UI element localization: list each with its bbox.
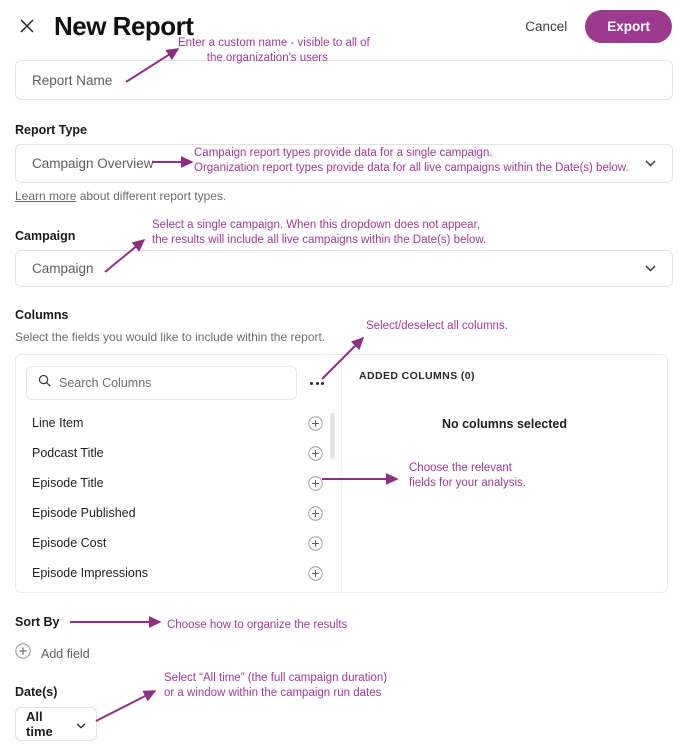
campaign-select[interactable]: Campaign — [15, 250, 673, 287]
report-type-select[interactable]: Campaign Overview — [15, 144, 673, 183]
sort-by-label: Sort By — [15, 615, 60, 629]
plus-circle-icon[interactable] — [308, 565, 323, 581]
report-type-label: Report Type — [15, 123, 87, 137]
dot — [321, 381, 324, 385]
dialog-header: New Report Cancel Export — [0, 0, 688, 52]
annotation-text: Select/deselect all columns. — [366, 320, 508, 332]
list-item[interactable]: Line Item — [16, 408, 341, 438]
dates-select[interactable]: All time — [15, 707, 97, 741]
added-columns-pane: ADDED COLUMNS (0) No columns selected — [342, 355, 667, 592]
learn-more-link[interactable]: Learn more — [15, 189, 76, 203]
column-name: Episode Impressions — [32, 566, 149, 580]
dates-label: Date(s) — [15, 685, 58, 699]
column-name: Podcast Title — [32, 446, 104, 460]
dates-value: All time — [26, 709, 53, 739]
available-columns-list[interactable]: Line Item Podcast Title Episode Title Episo… — [16, 406, 341, 592]
plus-circle-icon[interactable] — [308, 415, 323, 431]
column-name: Episode Published — [32, 506, 136, 520]
plus-circle-icon — [15, 643, 31, 664]
annotation-arrow-dates — [95, 690, 157, 722]
report-type-learn-more: Learn more about different report types. — [15, 189, 226, 203]
page-title: New Report — [54, 10, 194, 41]
list-item[interactable]: Episode Impressions — [16, 558, 341, 588]
columns-label: Columns — [15, 308, 69, 322]
close-icon[interactable] — [16, 15, 38, 37]
annotation-text: Choose how to organize the results — [167, 619, 348, 631]
column-name: Line Item — [32, 416, 84, 430]
plus-circle-icon[interactable] — [308, 505, 323, 521]
report-name-placeholder: Report Name — [32, 72, 113, 88]
list-item[interactable]: Episode Title — [16, 468, 341, 498]
search-icon — [38, 374, 51, 392]
plus-circle-icon[interactable] — [308, 445, 323, 461]
annotation-text: Select a single campaign. When this drop… — [152, 219, 487, 246]
chevron-down-icon — [76, 717, 86, 732]
dot — [310, 381, 313, 385]
column-name: Episode Title — [32, 476, 104, 490]
list-item[interactable]: Episode Published — [16, 498, 341, 528]
column-name: Episode Cost — [32, 536, 107, 550]
cancel-button[interactable]: Cancel — [515, 13, 577, 40]
chevron-down-icon — [645, 265, 656, 272]
campaign-label: Campaign — [15, 229, 76, 243]
available-columns-pane: Search Columns Line Item Podcast Title Epi… — [16, 355, 342, 592]
new-report-dialog: New Report Cancel Export Report Name Rep… — [0, 0, 688, 751]
plus-circle-icon[interactable] — [308, 475, 323, 491]
dot — [315, 381, 319, 385]
chevron-down-icon — [645, 160, 656, 167]
learn-more-rest: about different report types. — [76, 189, 227, 203]
search-placeholder: Search Columns — [59, 376, 152, 390]
columns-panel: Search Columns Line Item Podcast Title Epi… — [15, 354, 668, 593]
campaign-placeholder: Campaign — [32, 261, 94, 276]
columns-helper-text: Select the fields you would like to incl… — [15, 330, 326, 344]
report-type-value: Campaign Overview — [32, 156, 154, 171]
added-columns-header: ADDED COLUMNS (0) — [359, 370, 475, 382]
list-item[interactable]: Episode Cost — [16, 528, 341, 558]
added-columns-empty-state: No columns selected — [441, 417, 568, 431]
export-button[interactable]: Export — [585, 9, 672, 43]
add-sort-field-button[interactable]: Add field — [15, 643, 90, 664]
annotation-text: Select “All time” (the full campaign dur… — [164, 672, 388, 699]
search-row: Search Columns — [16, 355, 341, 406]
add-field-label: Add field — [41, 646, 90, 661]
plus-circle-icon[interactable] — [308, 535, 323, 551]
more-options-dots-icon[interactable] — [303, 369, 331, 397]
search-input[interactable]: Search Columns — [26, 366, 297, 400]
list-item[interactable]: Podcast Title — [16, 438, 341, 468]
scrollbar-thumb[interactable] — [330, 413, 335, 459]
report-name-input[interactable]: Report Name — [15, 60, 673, 100]
